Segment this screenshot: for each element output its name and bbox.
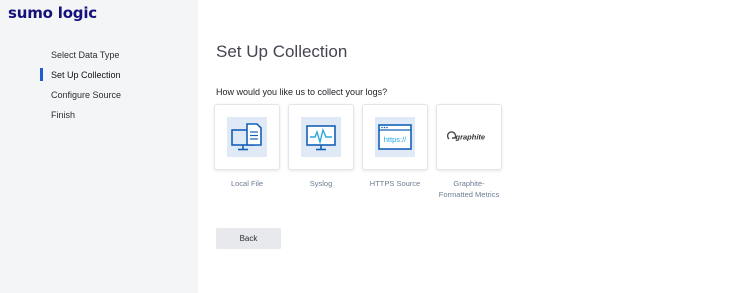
option-card[interactable]: [288, 104, 354, 170]
option-label: Graphite- Formatted Metrics: [438, 179, 500, 199]
sumo-logic-logo: sumo logic: [8, 4, 97, 22]
step-label: Configure Source: [51, 90, 122, 100]
syslog-monitor-icon: [301, 117, 341, 157]
active-step-indicator: [40, 68, 43, 81]
sidebar: sumo logic Select Data Type Set Up Colle…: [0, 0, 198, 293]
option-card[interactable]: https://: [362, 104, 428, 170]
main-content: Set Up Collection How would you like us …: [198, 0, 737, 293]
back-button[interactable]: Back: [216, 228, 281, 249]
option-label: HTTPS Source: [369, 179, 421, 188]
option-label: Local File: [230, 179, 264, 188]
step-configure-source[interactable]: Configure Source: [40, 87, 121, 107]
option-https-source[interactable]: https:// HTTPS Source: [362, 104, 428, 200]
collection-options: Local File Syslog https:// HTTPS Source …: [214, 104, 510, 200]
graphite-logo-icon: graphite: [447, 131, 486, 142]
step-finish[interactable]: Finish: [40, 107, 121, 127]
step-label: Select Data Type: [51, 50, 120, 60]
step-label: Set Up Collection: [51, 70, 121, 80]
step-select-data-type[interactable]: Select Data Type: [40, 47, 121, 67]
option-card[interactable]: [214, 104, 280, 170]
collection-question: How would you like us to collect your lo…: [216, 87, 388, 97]
option-local-file[interactable]: Local File: [214, 104, 280, 200]
option-graphite-metrics[interactable]: graphite Graphite- Formatted Metrics: [436, 104, 502, 200]
option-syslog[interactable]: Syslog: [288, 104, 354, 200]
option-label: Syslog: [309, 179, 333, 188]
https-browser-icon: https://: [375, 117, 415, 157]
page-title: Set Up Collection: [216, 42, 348, 61]
local-file-icon: [227, 117, 267, 157]
step-set-up-collection[interactable]: Set Up Collection: [40, 67, 121, 87]
option-card[interactable]: graphite: [436, 104, 502, 170]
wizard-steps: Select Data Type Set Up Collection Confi…: [40, 47, 121, 127]
step-label: Finish: [51, 110, 76, 120]
graphite-logo-text: graphite: [455, 133, 486, 142]
https-icon-text: https://: [384, 135, 407, 144]
